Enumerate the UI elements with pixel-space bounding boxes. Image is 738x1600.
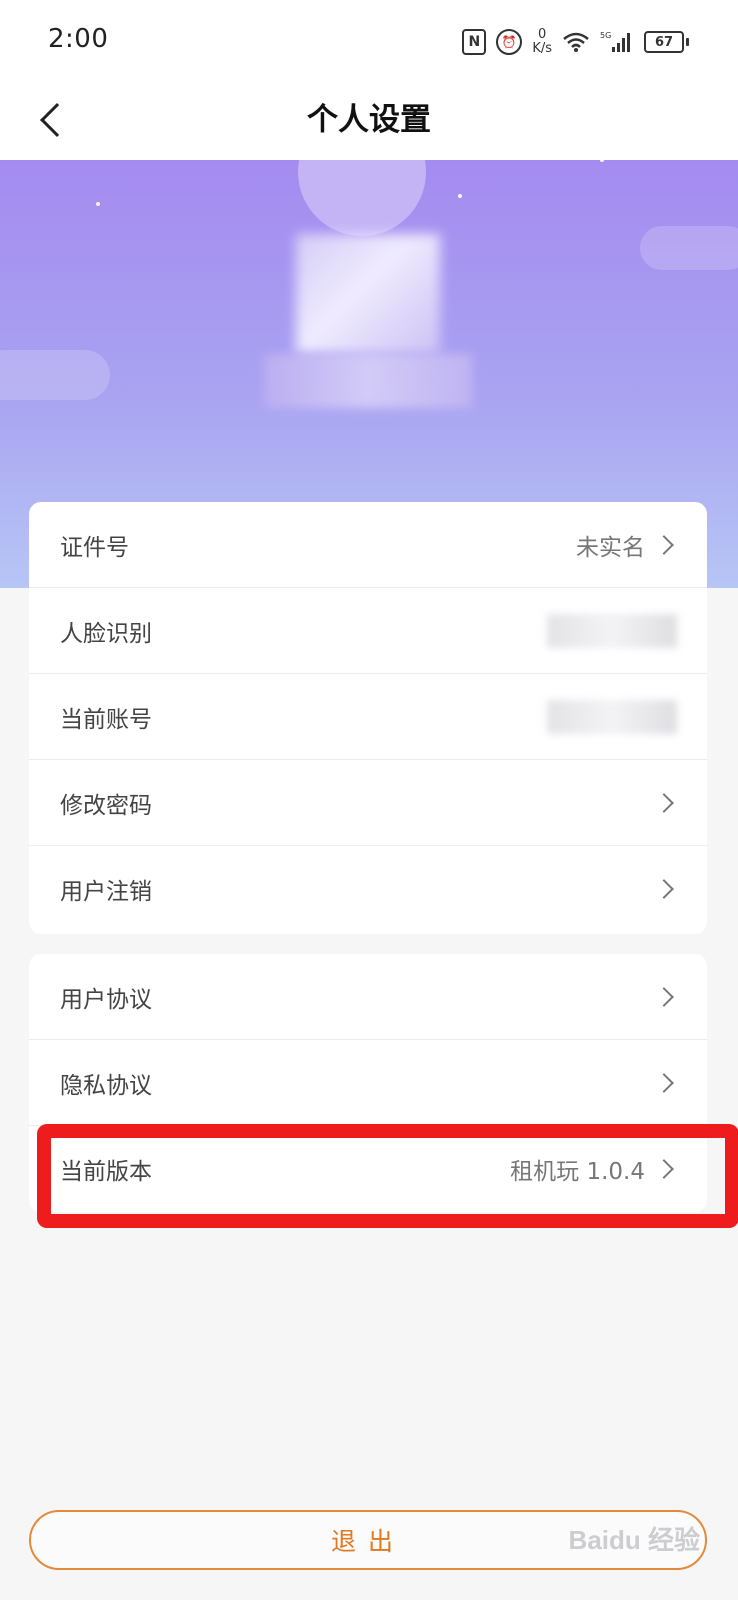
cloud-decoration [0, 350, 110, 400]
chevron-right-icon [654, 986, 674, 1007]
account-settings-card: 证件号 未实名 人脸识别 当前账号 修改密码 用户注销 [29, 502, 707, 934]
about-card: 用户协议 隐私协议 当前版本 租机玩 1.0.4 [29, 954, 707, 1212]
chevron-left-icon [40, 103, 74, 137]
avatar[interactable] [296, 234, 440, 354]
user-name-redacted [264, 354, 472, 408]
row-label: 用户注销 [60, 879, 152, 905]
version-value: 租机玩 1.0.4 [510, 1159, 645, 1185]
chevron-right-icon [654, 1072, 674, 1093]
back-button[interactable] [22, 90, 82, 150]
network-speed: 0 K/s [532, 28, 552, 56]
chevron-right-icon [654, 1159, 674, 1179]
cloud-decoration [640, 226, 738, 270]
row-label: 证件号 [60, 534, 129, 561]
row-label: 当前账号 [60, 706, 152, 733]
list-item-current-version[interactable]: 当前版本 租机玩 1.0.4 [29, 1126, 707, 1212]
star-decoration [458, 194, 462, 198]
star-decoration [96, 202, 100, 206]
nfc-icon: N [462, 29, 487, 55]
baidu-watermark: Baidu 经验 [568, 1525, 700, 1555]
list-item-face-recognition[interactable]: 人脸识别 [29, 588, 707, 674]
status-time: 2:00 [48, 24, 109, 54]
row-label: 人脸识别 [60, 620, 152, 647]
list-item-user-agreement[interactable]: 用户协议 [29, 954, 707, 1040]
list-item-current-account: 当前账号 [29, 674, 707, 760]
signal-icon: 5G [600, 30, 634, 54]
redacted-value [547, 614, 677, 648]
list-item-change-password[interactable]: 修改密码 [29, 760, 707, 846]
redacted-value [547, 700, 677, 734]
row-label: 修改密码 [60, 792, 152, 819]
alarm-icon: ⏰ [496, 29, 523, 55]
list-item-privacy-policy[interactable]: 隐私协议 [29, 1040, 707, 1126]
battery-icon: 67 [644, 31, 689, 53]
wifi-icon [562, 31, 590, 53]
status-icons: N ⏰ 0 K/s 5G 67 [462, 26, 689, 58]
list-item-account-deletion[interactable]: 用户注销 [29, 846, 707, 932]
status-bar: 2:00 N ⏰ 0 K/s 5G 67 [0, 0, 738, 80]
moon-decoration [298, 160, 426, 236]
chevron-right-icon [654, 879, 674, 899]
star-decoration [600, 160, 604, 162]
network-speed-value: 0 [538, 27, 547, 42]
row-label: 当前版本 [60, 1159, 152, 1185]
list-item-id-number[interactable]: 证件号 未实名 [29, 502, 707, 588]
page-title: 个人设置 [307, 102, 431, 138]
chevron-right-icon [654, 534, 674, 555]
nav-bar: 个人设置 [0, 80, 738, 160]
row-value: 未实名 [576, 534, 645, 561]
chevron-right-icon [654, 792, 674, 813]
network-type-label: 5G [600, 31, 611, 40]
row-label: 用户协议 [60, 986, 152, 1013]
row-label: 隐私协议 [60, 1072, 152, 1099]
network-speed-unit: K/s [532, 41, 552, 56]
